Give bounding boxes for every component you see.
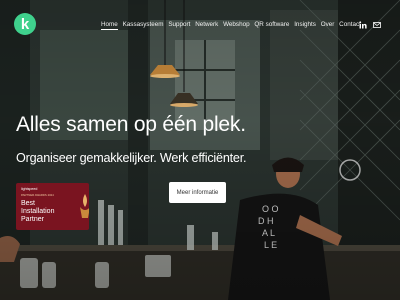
main-nav: Home Kassasysteem Support Netwerk Websho…	[101, 21, 366, 30]
nav-item-webshop[interactable]: Webshop	[223, 21, 250, 30]
award-line-2: Installation	[21, 208, 55, 215]
award-line-3: Partner	[21, 216, 44, 223]
hero-subline: Organiseer gemakkelijker. Werk efficiënt…	[16, 151, 247, 165]
partner-award-badge: lightspeed PARTNER AWARDS 2024 Best Inst…	[16, 183, 89, 230]
nav-item-support[interactable]: Support	[168, 21, 190, 30]
brand-logo[interactable]: k	[14, 13, 36, 35]
nav-social-icons	[359, 21, 381, 29]
nav-item-insights[interactable]: Insights	[294, 21, 316, 30]
nav-item-home[interactable]: Home	[101, 21, 118, 30]
award-flame-icon	[80, 194, 89, 218]
hero-overlay	[0, 0, 400, 300]
logo-letter: k	[20, 15, 30, 33]
more-info-button[interactable]: Meer informatie	[169, 182, 226, 203]
nav-item-qr-software[interactable]: QR software	[254, 21, 289, 30]
nav-item-netwerk[interactable]: Netwerk	[195, 21, 218, 30]
award-brand: lightspeed	[21, 187, 38, 191]
nav-item-kassasysteem[interactable]: Kassasysteem	[123, 21, 164, 30]
mail-icon[interactable]	[373, 21, 381, 29]
award-subtitle: PARTNER AWARDS 2024	[21, 193, 54, 197]
linkedin-icon[interactable]	[359, 21, 367, 29]
nav-item-over[interactable]: Over	[321, 21, 335, 30]
hero-headline: Alles samen op één plek.	[16, 113, 246, 136]
nav-item-contact[interactable]: Contact	[339, 21, 361, 30]
more-info-button-label: Meer informatie	[176, 189, 219, 196]
hero-section: O O D H A L L E	[0, 0, 400, 300]
award-line-1: Best	[21, 200, 36, 207]
